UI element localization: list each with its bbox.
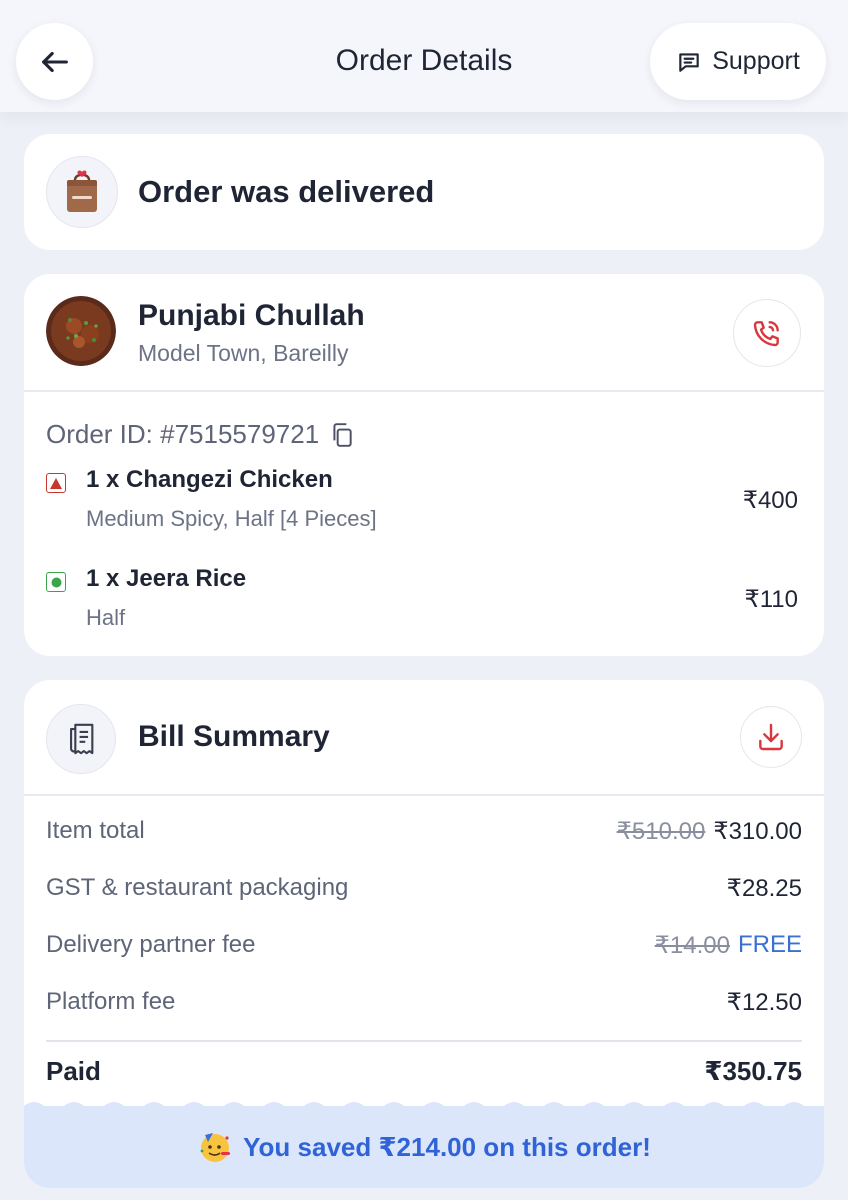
food-thumbnail [46,296,116,366]
bill-value: ₹14.00 FREE [655,931,802,960]
original-price: ₹510.00 [616,818,706,845]
bill-row-platform-fee: Platform fee ₹12.50 [46,984,802,1020]
wave-edge [24,1102,824,1112]
restaurant-card: Punjabi Chullah Model Town, Bareilly Ord… [24,274,824,656]
divider [24,390,824,392]
item-price: ₹400 [742,487,798,514]
download-invoice-button[interactable] [740,706,802,768]
order-id: Order ID: #7515579721 [46,419,320,449]
non-veg-icon [46,473,66,493]
top-bar: Order Details Support [0,0,848,112]
bill-value: ₹12.50 [727,988,802,1017]
paid-label: Paid [46,1056,101,1086]
restaurant-name[interactable]: Punjabi Chullah [138,299,365,333]
support-button[interactable]: Support [650,23,826,100]
final-price: ₹12.50 [726,989,802,1016]
order-item: 1 x Changezi Chicken Medium Spicy, Half … [46,466,802,546]
item-name: 1 x Jeera Rice [86,565,247,592]
bill-row-item-total: Item total ₹510.00 ₹310.00 [46,813,802,849]
bill-value: ₹28.25 [727,874,802,903]
item-customization: Medium Spicy, Half [4 Pieces] [86,506,377,531]
savings-banner: You saved ₹214.00 on this order! [24,1102,824,1188]
bill-label: Platform fee [46,988,176,1015]
call-restaurant-button[interactable] [733,299,801,367]
veg-icon [46,572,66,592]
status-icon-container [46,156,118,228]
divider [46,1040,802,1042]
bill-row-delivery-fee: Delivery partner fee ₹14.00 FREE [46,927,802,963]
item-price: ₹110 [744,586,798,613]
chat-icon [679,52,699,72]
free-badge: FREE [737,931,802,958]
final-price: ₹310.00 [713,818,802,845]
bill-label: Delivery partner fee [46,931,256,958]
bill-label: GST & restaurant packaging [46,874,349,901]
order-item: 1 x Jeera Rice Half ₹110 [46,565,802,645]
copy-icon[interactable] [329,422,355,448]
bill-row-gst: GST & restaurant packaging ₹28.25 [46,870,802,906]
download-icon [759,723,783,751]
order-id-row: Order ID: #7515579721 [46,419,355,450]
restaurant-location: Model Town, Bareilly [138,340,349,366]
bill-label: Item total [46,817,145,844]
order-status-card: Order was delivered [24,134,824,250]
support-label: Support [712,47,800,75]
item-name: 1 x Changezi Chicken [86,466,333,493]
bill-summary-card: Bill Summary Item total ₹510.00 ₹310.00 … [24,680,824,1188]
order-status-text: Order was delivered [138,174,435,209]
final-price: ₹28.25 [726,875,802,902]
delivery-bag-icon [67,170,97,212]
savings-text: You saved ₹214.00 on this order! [243,1131,651,1162]
item-customization: Half [86,605,126,630]
receipt-icon [70,723,94,755]
original-price: ₹14.00 [654,932,730,959]
bill-row-paid: Paid ₹350.75 [46,1052,802,1088]
bill-icon-container [46,704,116,774]
divider [24,794,824,796]
bill-summary-title: Bill Summary [138,720,330,753]
phone-icon [753,321,779,347]
bill-value: ₹510.00 ₹310.00 [617,817,802,846]
party-face-icon [200,1133,231,1162]
paid-value: ₹350.75 [704,1056,802,1086]
restaurant-image[interactable] [46,296,116,366]
